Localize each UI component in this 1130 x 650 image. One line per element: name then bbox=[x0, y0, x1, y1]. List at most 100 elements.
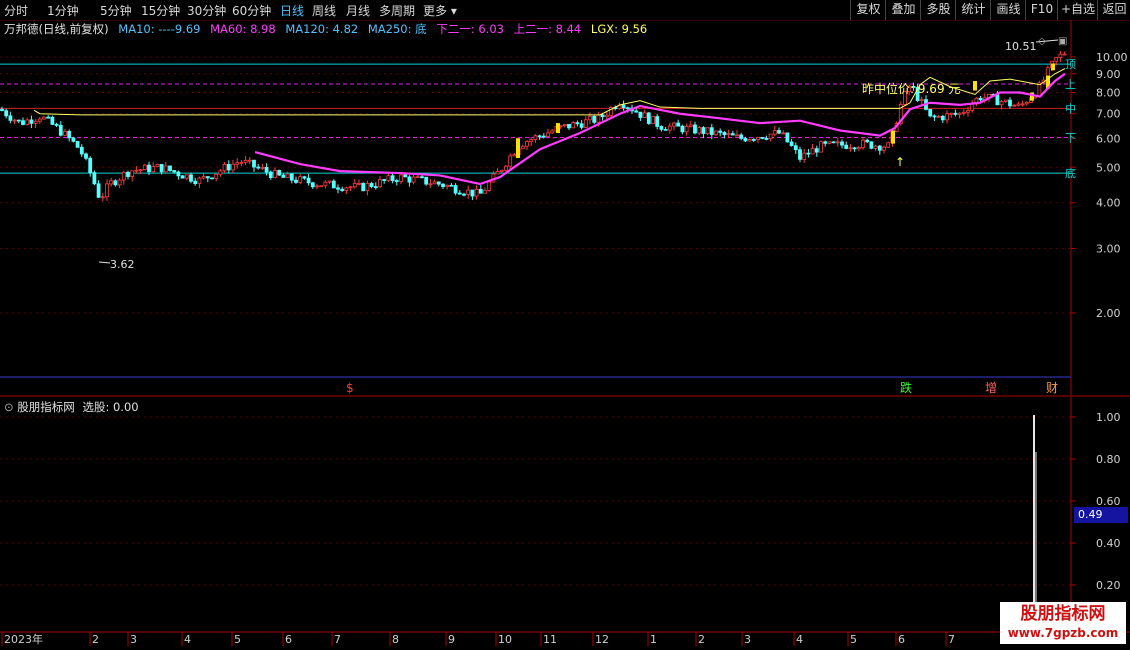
candle-body bbox=[693, 124, 697, 134]
candle-body bbox=[193, 180, 198, 185]
candle-body bbox=[361, 182, 366, 192]
candle-body bbox=[436, 181, 441, 185]
candle-body bbox=[46, 116, 51, 119]
candle-body bbox=[499, 169, 504, 172]
candle-body bbox=[71, 137, 76, 142]
event-increase-marker[interactable]: 增 bbox=[985, 381, 997, 395]
candle-body bbox=[1058, 53, 1063, 58]
candle-body bbox=[4, 110, 9, 117]
candle-body bbox=[37, 118, 42, 122]
candle-body bbox=[168, 165, 172, 171]
candle-body bbox=[441, 183, 445, 188]
candle-body bbox=[877, 145, 882, 151]
candle-body bbox=[1020, 103, 1025, 106]
candle-body bbox=[919, 99, 924, 102]
candle-body bbox=[747, 139, 752, 142]
price-tick-label: 3.00 bbox=[1096, 243, 1121, 256]
price-tick-label: 4.00 bbox=[1096, 197, 1121, 210]
up-arrow-icon: ↑ bbox=[895, 155, 905, 169]
candle-body bbox=[0, 108, 4, 112]
price-tick-label: 9.00 bbox=[1096, 68, 1121, 81]
price-chart[interactable]: 顶上中下底 2.003.004.005.006.007.008.009.0010… bbox=[0, 0, 1130, 650]
collapse-icon[interactable]: ⊙ bbox=[4, 400, 14, 414]
candle-body bbox=[777, 130, 781, 134]
time-tick-label: 4 bbox=[796, 633, 803, 646]
candle-body bbox=[357, 182, 361, 185]
candle-body bbox=[504, 165, 508, 171]
candle-body bbox=[953, 112, 958, 115]
window-icon: ▣ bbox=[1058, 36, 1067, 47]
candle-body bbox=[327, 180, 332, 183]
price-tick-label: 8.00 bbox=[1096, 86, 1121, 99]
candle-body bbox=[172, 170, 177, 173]
candle-body bbox=[121, 171, 126, 181]
candle-body bbox=[390, 175, 395, 181]
candle-body bbox=[483, 189, 487, 194]
candle-body bbox=[873, 145, 878, 149]
candle-body bbox=[688, 124, 693, 127]
event-drop-marker[interactable]: 跌 bbox=[900, 380, 912, 395]
candle-body bbox=[457, 192, 462, 195]
candle-body bbox=[978, 97, 983, 101]
candle-body bbox=[33, 120, 38, 124]
candle-body bbox=[147, 164, 151, 173]
candle-body bbox=[378, 179, 382, 188]
candle-body bbox=[344, 187, 349, 191]
candle-body bbox=[726, 133, 731, 136]
candle-body bbox=[109, 180, 114, 185]
candle-body bbox=[785, 132, 790, 143]
event-dividend-icon[interactable]: $ bbox=[346, 381, 354, 395]
candle-body bbox=[21, 120, 25, 125]
candle-body bbox=[449, 184, 454, 187]
candle-body bbox=[411, 176, 416, 183]
price-tick-label: 6.00 bbox=[1096, 132, 1121, 145]
candle-body bbox=[445, 184, 450, 188]
candle-body bbox=[319, 185, 324, 188]
time-tick-label: 9 bbox=[448, 633, 455, 646]
low-pointer bbox=[98, 261, 111, 264]
candle-body bbox=[936, 115, 941, 118]
candle-body bbox=[718, 130, 723, 133]
candle-body bbox=[88, 157, 93, 174]
candle-body bbox=[966, 110, 970, 113]
candle-body bbox=[470, 189, 475, 197]
candle-body bbox=[810, 148, 815, 155]
candle-body bbox=[25, 119, 30, 125]
price-tick-label: 10.00 bbox=[1096, 51, 1128, 64]
candle-body bbox=[819, 141, 823, 153]
candle-body bbox=[638, 111, 643, 118]
sub-tick-label: 0.40 bbox=[1096, 537, 1121, 550]
candle-body bbox=[827, 141, 832, 144]
signal-bar bbox=[1051, 63, 1055, 71]
candle-body bbox=[201, 176, 206, 179]
time-tick-label: 6 bbox=[898, 633, 905, 646]
candle-body bbox=[8, 115, 13, 121]
candle-body bbox=[642, 112, 647, 118]
candle-body bbox=[67, 130, 72, 139]
event-finance-marker[interactable]: 财 bbox=[1046, 381, 1058, 395]
candle-body bbox=[100, 196, 105, 199]
candle-body bbox=[63, 130, 67, 136]
candle-body bbox=[949, 112, 954, 115]
candle-body bbox=[369, 183, 374, 188]
candle-body bbox=[869, 141, 874, 149]
candle-body bbox=[235, 162, 240, 165]
level-label-1: 上 bbox=[1065, 78, 1076, 91]
candle-body bbox=[781, 132, 786, 135]
candle-body bbox=[886, 142, 891, 148]
candle-body bbox=[655, 116, 660, 127]
candle-body bbox=[1003, 99, 1008, 102]
candle-body bbox=[798, 149, 802, 160]
candle-body bbox=[651, 116, 655, 124]
diamond-icon: ◇ bbox=[1038, 36, 1046, 47]
time-tick-label: 8 bbox=[392, 633, 399, 646]
candle-body bbox=[831, 141, 836, 144]
candle-body bbox=[222, 164, 227, 172]
low-price-label: 3.62 bbox=[110, 258, 135, 271]
candle-body bbox=[231, 163, 235, 171]
candle-body bbox=[134, 169, 139, 172]
candle-body bbox=[163, 165, 168, 173]
level-label-0: 顶 bbox=[1065, 58, 1076, 71]
candle-body bbox=[835, 141, 840, 144]
time-tick-label: 5 bbox=[850, 633, 857, 646]
